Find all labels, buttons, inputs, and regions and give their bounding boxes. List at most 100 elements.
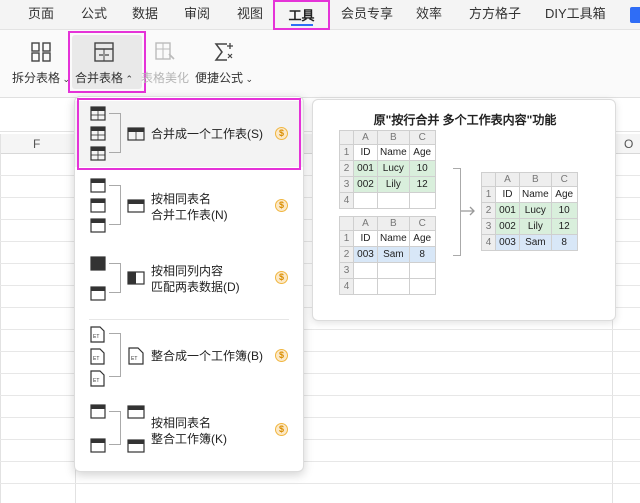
multi-workbook-icon: ET ET ET	[90, 326, 105, 387]
two-sheet-icon	[90, 404, 106, 453]
two-sheet-icon	[90, 256, 106, 301]
row-number: 2	[339, 160, 354, 177]
table-cell: Lily	[519, 218, 552, 235]
col-o-label[interactable]: O	[624, 137, 633, 151]
beautify-icon	[155, 42, 175, 60]
table-cell	[408, 192, 436, 209]
menu-page[interactable]: 页面	[28, 0, 54, 30]
menu-item-label: 按相同表名	[151, 416, 212, 430]
col-letter: C	[408, 216, 436, 231]
table-row: 1 ID Name Age	[339, 230, 436, 247]
table-row: ABC	[481, 172, 578, 187]
col-letter: C	[408, 130, 436, 145]
col-letter: C	[550, 172, 578, 187]
table-cell: 002	[495, 218, 520, 235]
menu-item-integrate-by-same-name[interactable]: 按相同表名 整合工作簿(K) $	[75, 397, 303, 463]
table-row: 2 001 Lucy 10	[481, 202, 578, 219]
col-f-label[interactable]: F	[33, 137, 40, 151]
arrow-right-icon	[461, 206, 475, 216]
menu-diy-toolbox[interactable]: DIY工具箱	[545, 0, 606, 30]
sheet-icon	[127, 199, 145, 213]
menu-view[interactable]: 视图	[237, 0, 263, 30]
table-row: 4	[339, 278, 436, 295]
premium-badge-icon: $	[275, 349, 288, 362]
col-letter: A	[353, 130, 378, 145]
sheet-pair-icon	[127, 405, 145, 453]
table-cell: Age	[408, 230, 436, 247]
menu-ffgz[interactable]: 方方格子	[469, 0, 521, 30]
table-cell: 003	[495, 234, 520, 251]
col-letter: A	[495, 172, 520, 187]
split-sheet-icon	[31, 42, 51, 62]
preview-title: 原"按行合并 多个工作表内容"功能	[373, 113, 557, 127]
table-row: 2 001 Lucy 10	[339, 160, 436, 177]
table-cell: 8	[408, 246, 436, 263]
table-cell: Name	[377, 230, 410, 247]
table-cell: Name	[519, 186, 552, 203]
svg-text:ET: ET	[93, 334, 99, 340]
connector	[109, 333, 121, 377]
quick-formula-button[interactable]: 便捷公式 ⌄	[194, 38, 254, 94]
table-cell: 12	[550, 218, 578, 235]
menu-item-label: 整合成一个工作簿(B)	[151, 349, 263, 363]
menu-member[interactable]: 会员专享	[341, 0, 393, 30]
menu-item-sublabel: 合并工作表(N)	[151, 208, 228, 222]
table-cell: 001	[495, 202, 520, 219]
selected-item-highlight	[77, 98, 301, 170]
table-cell	[339, 130, 354, 145]
row-number: 1	[339, 144, 354, 161]
menu-bar: 页面 公式 数据 审阅 视图 工具 会员专享 效率 方方格子 DIY工具箱	[0, 0, 640, 30]
menu-data[interactable]: 数据	[132, 0, 158, 30]
svg-text:ET: ET	[93, 378, 99, 384]
table-cell: 001	[353, 160, 378, 177]
sheet-icon	[127, 271, 145, 285]
premium-badge-icon: $	[275, 199, 288, 212]
menu-item-label: 按相同表名	[151, 192, 212, 206]
menu-efficiency[interactable]: 效率	[416, 0, 442, 30]
merged-table: ABC 1 ID Name Age 2 001 Lucy 10 3 002 Lily 12 4 00…	[481, 172, 578, 251]
table-row: 1 ID Name Age	[339, 144, 436, 161]
col-letter: A	[353, 216, 378, 231]
table-row: 1 ID Name Age	[481, 186, 578, 203]
premium-badge-icon: $	[275, 271, 288, 284]
table-row: 4 003 Sam 8	[481, 234, 578, 251]
row-number: 4	[339, 278, 354, 295]
feature-preview-panel: 原"按行合并 多个工作表内容"功能 ABC 1 ID Name Age 2 001 Luc…	[312, 99, 616, 321]
grid-line	[0, 483, 640, 484]
table-cell	[481, 172, 496, 187]
table-cell	[408, 278, 436, 295]
table-cell: Lucy	[377, 160, 410, 177]
menu-tools[interactable]: 工具	[273, 0, 330, 30]
multi-sheet-icon	[90, 178, 106, 233]
svg-text:ET: ET	[131, 356, 137, 362]
table-cell: 003	[353, 246, 378, 263]
split-sheet-button[interactable]: 拆分表格 ⌄	[11, 38, 71, 94]
table-cell: Sam	[519, 234, 552, 251]
table-cell: Lucy	[519, 202, 552, 219]
table-cell: Sam	[377, 246, 410, 263]
table-cell: ID	[353, 144, 378, 161]
table-cell: Lily	[377, 176, 410, 193]
active-underline	[290, 24, 313, 26]
app-icon[interactable]	[630, 7, 640, 23]
source-table-1: ABC 1 ID Name Age 2 001 Lucy 10 3 002 Lily 12 4	[339, 130, 436, 209]
menu-item-match-two-tables[interactable]: 按相同列内容 匹配两表数据(D) $	[75, 245, 303, 311]
connector	[109, 411, 121, 445]
table-row: 2 003 Sam 8	[339, 246, 436, 263]
connector	[109, 263, 121, 293]
menu-item-merge-into-one-workbook[interactable]: ET ET ET ET 整合成一个工作簿(B) $	[75, 323, 303, 389]
table-row: 3	[339, 262, 436, 279]
table-cell	[377, 262, 410, 279]
row-number: 1	[339, 230, 354, 247]
row-number: 4	[481, 234, 496, 251]
menu-item-merge-by-same-name[interactable]: 按相同表名 合并工作表(N) $	[75, 175, 303, 241]
svg-text:ET: ET	[93, 356, 99, 362]
row-number: 3	[339, 262, 354, 279]
menu-review[interactable]: 审阅	[184, 0, 210, 30]
menu-separator	[89, 319, 289, 320]
row-number: 2	[339, 246, 354, 263]
menu-formula[interactable]: 公式	[81, 0, 107, 30]
row-number: 3	[481, 218, 496, 235]
table-cell: ID	[353, 230, 378, 247]
table-cell: 10	[408, 160, 436, 177]
